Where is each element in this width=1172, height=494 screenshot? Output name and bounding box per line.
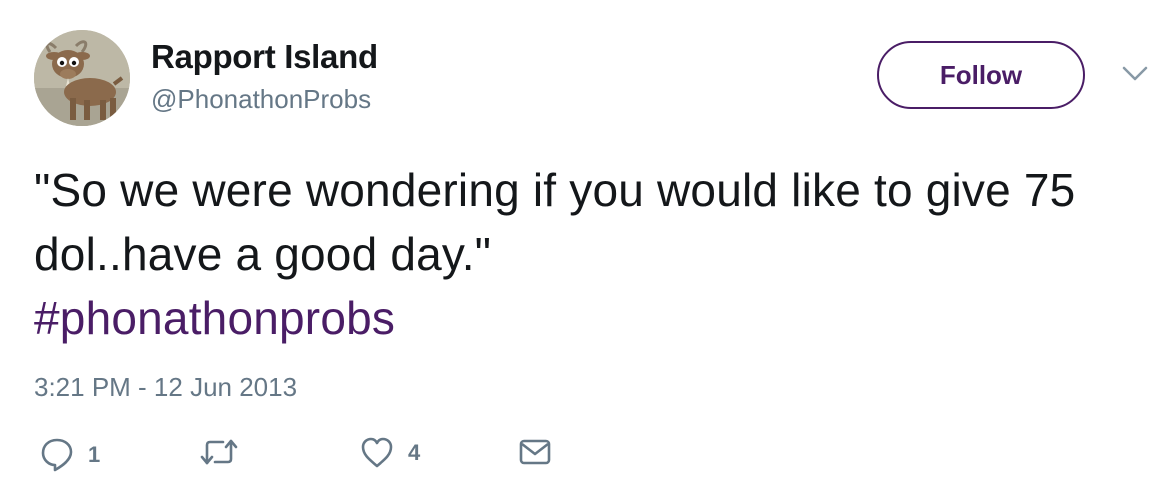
display-name[interactable]: Rapport Island	[151, 38, 378, 76]
heart-icon	[361, 437, 393, 468]
goat-avatar-image	[34, 30, 130, 126]
retweet-icon	[200, 439, 238, 465]
retweet-button[interactable]	[199, 437, 239, 467]
reply-icon	[41, 438, 73, 472]
tweet-timestamp[interactable]: 3:21 PM - 12 Jun 2013	[34, 372, 297, 403]
tweet-body: "So we were wondering if you would like …	[34, 164, 1076, 280]
follow-button[interactable]: Follow	[877, 41, 1085, 109]
tweet-text: "So we were wondering if you would like …	[34, 158, 1144, 350]
like-button[interactable]: 4	[360, 437, 420, 469]
hashtag-link[interactable]: #phonathonprobs	[34, 292, 395, 344]
direct-message-button[interactable]	[518, 437, 552, 467]
user-handle[interactable]: @PhonathonProbs	[151, 84, 371, 115]
reply-button[interactable]: 1	[40, 437, 100, 473]
avatar[interactable]	[34, 30, 130, 126]
reply-count: 1	[88, 442, 101, 467]
like-count: 4	[408, 440, 421, 465]
envelope-icon	[519, 439, 551, 465]
chevron-down-icon[interactable]	[1120, 62, 1150, 84]
